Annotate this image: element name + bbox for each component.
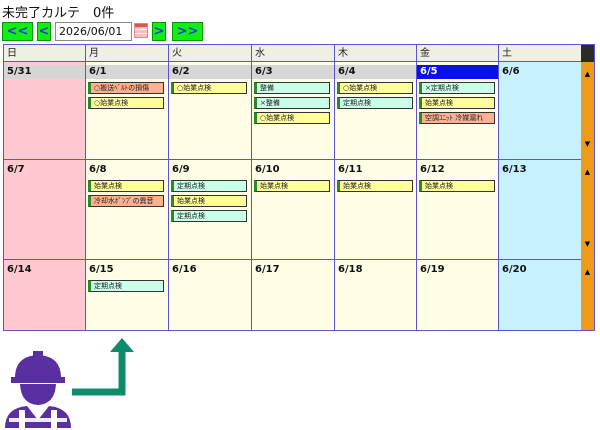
day-cell[interactable]: 6/19: [417, 260, 499, 330]
date-label: 6/15: [89, 264, 114, 275]
scroll-down-icon[interactable]: ▼: [581, 140, 594, 148]
scrollbar-corner: [581, 45, 594, 62]
date-label: 6/6: [502, 66, 520, 77]
week-scrollbar[interactable]: ▲ ▼: [581, 160, 594, 260]
day-cell[interactable]: 6/18: [335, 260, 417, 330]
event-item[interactable]: 定期点検: [337, 97, 413, 109]
day-cell[interactable]: 6/9 定期点検 始業点検 定期点検: [169, 160, 252, 259]
weekday-header: 月: [86, 45, 169, 62]
worker-icon: [5, 351, 71, 428]
scroll-down-icon[interactable]: ▼: [581, 240, 594, 248]
weekday-header: 日: [4, 45, 86, 62]
weekday-header: 金: [417, 45, 499, 62]
date-label: 6/10: [255, 164, 280, 175]
scroll-up-icon[interactable]: ▲: [581, 168, 594, 176]
event-item[interactable]: 始業点検: [419, 180, 495, 192]
calendar-grid: 日月火水木金土 5/31 6/1 ○搬送ﾍﾞﾙﾄの損傷 ○始業点検 6/2 ○始業点検 6/…: [3, 44, 595, 331]
today-date-label: 6/5: [417, 65, 498, 79]
weekday-header: 水: [252, 45, 335, 62]
weekday-header: 土: [502, 48, 512, 59]
event-item[interactable]: 空調ﾕﾆｯﾄ 冷媒漏れ: [419, 112, 495, 124]
week-row: 6/14 6/15 定期点検 6/16 6/17 6/18 6/19 6/20 ▲: [4, 260, 594, 330]
turn-arrow-icon: [72, 338, 134, 396]
page-title: 未完了カルテ 0件: [2, 6, 115, 21]
event-item[interactable]: 始業点検: [254, 180, 330, 192]
weekday-header: 火: [169, 45, 252, 62]
event-item[interactable]: 始業点検: [419, 97, 495, 109]
event-item[interactable]: ○始業点検: [337, 82, 413, 94]
day-cell[interactable]: 6/20: [499, 260, 581, 330]
date-label: 6/11: [338, 164, 363, 175]
prev-page-button[interactable]: <: [37, 22, 51, 41]
scroll-up-icon[interactable]: ▲: [581, 70, 594, 78]
event-item[interactable]: ○搬送ﾍﾞﾙﾄの損傷: [88, 82, 164, 94]
day-cell[interactable]: 6/12 始業点検: [417, 160, 499, 259]
day-cell[interactable]: 5/31: [4, 62, 86, 159]
date-label: 6/7: [7, 164, 25, 175]
day-cell[interactable]: 6/1 ○搬送ﾍﾞﾙﾄの損傷 ○始業点検: [86, 62, 169, 159]
day-cell[interactable]: 6/4 ○始業点検定期点検: [335, 62, 417, 159]
date-label: 6/16: [172, 264, 197, 275]
week-scrollbar[interactable]: ▲: [581, 260, 594, 330]
event-item[interactable]: 始業点検: [337, 180, 413, 192]
date-label: 6/2: [169, 65, 251, 79]
first-page-button[interactable]: <<: [2, 22, 33, 41]
day-cell[interactable]: 6/11 始業点検: [335, 160, 417, 259]
day-cell[interactable]: 6/6: [499, 62, 581, 159]
date-label: 6/4: [335, 65, 416, 79]
date-label: 6/13: [502, 164, 527, 175]
date-input[interactable]: 2026/06/01: [55, 22, 132, 41]
date-label: 6/8: [89, 164, 107, 175]
date-label: 6/14: [7, 264, 32, 275]
day-cell[interactable]: 6/13: [499, 160, 581, 259]
day-cell[interactable]: 6/15 定期点検: [86, 260, 169, 330]
event-item[interactable]: 定期点検: [171, 210, 247, 222]
date-label: 6/3: [252, 65, 334, 79]
scroll-up-icon[interactable]: ▲: [581, 268, 594, 276]
date-label: 6/9: [172, 164, 190, 175]
day-cell[interactable]: 6/7: [4, 160, 86, 259]
next-page-button[interactable]: >: [152, 22, 166, 41]
day-cell[interactable]: 6/5 ×定期点検始業点検空調ﾕﾆｯﾄ 冷媒漏れ: [417, 62, 499, 159]
last-page-button[interactable]: >>: [172, 22, 203, 41]
event-item[interactable]: ○始業点検: [88, 97, 164, 109]
day-cell[interactable]: 6/17: [252, 260, 335, 330]
calendar-picker-icon[interactable]: [134, 23, 148, 38]
event-item[interactable]: 整備: [254, 82, 330, 94]
day-cell[interactable]: 6/3 整備 ×整備 ○始業点検: [252, 62, 335, 159]
date-label: 6/17: [255, 264, 280, 275]
weekday-header: 木: [335, 45, 417, 62]
date-label: 6/18: [338, 264, 363, 275]
week-row: 5/31 6/1 ○搬送ﾍﾞﾙﾄの損傷 ○始業点検 6/2 ○始業点検 6/3 整備 ×整備 ○始…: [4, 62, 594, 160]
day-cell[interactable]: 6/2 ○始業点検: [169, 62, 252, 159]
event-item[interactable]: 始業点検: [88, 180, 164, 192]
event-item[interactable]: 定期点検: [171, 180, 247, 192]
day-cell[interactable]: 6/16: [169, 260, 252, 330]
event-item[interactable]: ×定期点検: [419, 82, 495, 94]
day-cell[interactable]: 6/14: [4, 260, 86, 330]
date-label: 6/19: [420, 264, 445, 275]
date-label: 6/20: [502, 264, 527, 275]
day-cell[interactable]: 6/10 始業点検: [252, 160, 335, 259]
date-label: 5/31: [4, 65, 85, 79]
event-item[interactable]: 定期点検: [88, 280, 164, 292]
week-row: 6/7 6/8 始業点検 冷却水ﾎﾟﾝﾌﾟの異音 6/9 定期点検 始業点検 定期点検 6/10…: [4, 160, 594, 260]
date-label: 6/1: [86, 65, 168, 79]
event-item[interactable]: ○始業点検: [171, 82, 247, 94]
weekday-header-row: 日月火水木金土: [4, 45, 594, 62]
event-item[interactable]: 冷却水ﾎﾟﾝﾌﾟの異音: [88, 195, 164, 207]
date-label: 6/12: [420, 164, 445, 175]
event-item[interactable]: 始業点検: [171, 195, 247, 207]
event-item[interactable]: ×整備: [254, 97, 330, 109]
day-cell[interactable]: 6/8 始業点検冷却水ﾎﾟﾝﾌﾟの異音: [86, 160, 169, 259]
event-item[interactable]: ○始業点検: [254, 112, 330, 124]
week-scrollbar[interactable]: ▲ ▼: [581, 62, 594, 160]
